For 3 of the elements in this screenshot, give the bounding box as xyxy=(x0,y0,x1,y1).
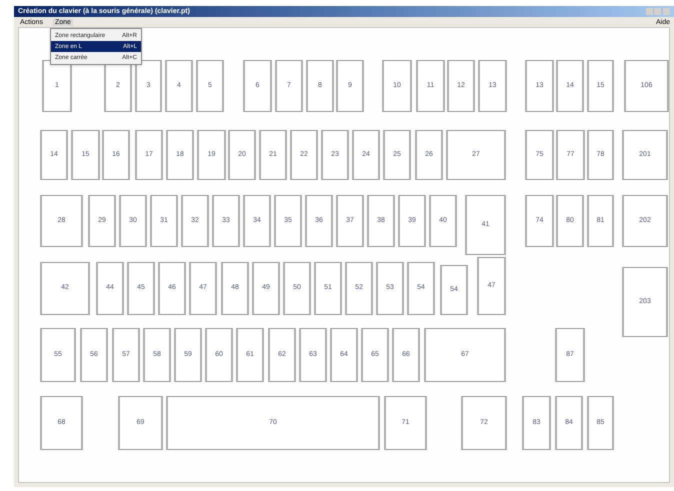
close-button[interactable] xyxy=(663,8,670,15)
minimize-button[interactable] xyxy=(646,8,653,15)
maximize-button[interactable] xyxy=(654,8,661,15)
